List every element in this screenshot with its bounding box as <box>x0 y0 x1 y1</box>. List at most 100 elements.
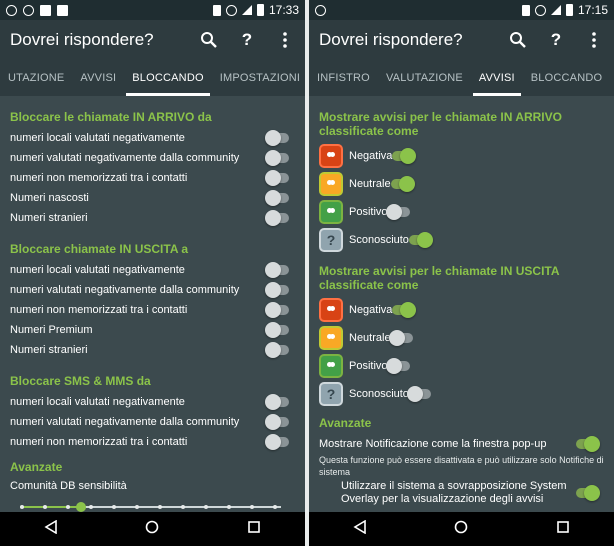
tab-avvisi[interactable]: AVVISI <box>72 60 124 96</box>
category-toggle[interactable] <box>392 302 417 318</box>
avatar-eye <box>330 208 335 213</box>
alert-category-row[interactable]: Negativa <box>319 296 604 324</box>
block-option-row-toggle[interactable] <box>265 170 289 186</box>
slider-step <box>112 505 116 509</box>
alert-category-row[interactable]: Neutrale <box>319 170 604 198</box>
block-option-row-toggle[interactable] <box>265 302 289 318</box>
block-option-row[interactable]: numeri non memorizzati tra i contatti <box>10 168 295 188</box>
overlay-label: Utilizzare il sistema a sovrapposizione … <box>341 480 567 505</box>
block-option-row[interactable]: numeri valutati negativamente dalla comm… <box>10 412 295 432</box>
whatsapp-icon <box>23 4 34 16</box>
community-slider[interactable] <box>10 498 295 512</box>
tab-impostazioni[interactable]: IMPOSTAZIONI <box>212 60 305 96</box>
more-vert-icon[interactable] <box>584 30 604 50</box>
tab-infistro[interactable]: INFISTRO <box>309 60 378 96</box>
block-option-row[interactable]: numeri locali valutati negativamente <box>10 128 295 148</box>
block-option-row[interactable]: Numeri stranieri <box>10 208 295 228</box>
block-option-row-label: Numeri stranieri <box>10 212 88 224</box>
block-option-row[interactable]: Numeri stranieri <box>10 340 295 360</box>
notification-icon <box>6 4 17 16</box>
block-option-row-label: Numeri Premium <box>10 324 93 336</box>
tab-imposta[interactable]: IMPOSTA <box>610 60 614 96</box>
block-option-row[interactable]: numeri valutati negativamente dalla comm… <box>10 148 295 168</box>
tab-valutazione[interactable]: VALUTAZIONE <box>378 60 471 96</box>
block-option-row-toggle[interactable] <box>265 210 289 226</box>
slider-step <box>20 505 24 509</box>
block-option-row-toggle[interactable] <box>265 394 289 410</box>
block-option-row-toggle[interactable] <box>265 282 289 298</box>
block-option-row-toggle[interactable] <box>265 322 289 338</box>
category-toggle[interactable] <box>406 386 431 402</box>
block-option-row[interactable]: Numeri nascosti <box>10 188 295 208</box>
tab-utazione[interactable]: UTAZIONE <box>0 60 72 96</box>
slider-step <box>273 505 277 509</box>
back-icon[interactable] <box>353 519 367 539</box>
block-option-row[interactable]: numeri non memorizzati tra i contatti <box>10 300 295 320</box>
help-icon[interactable]: ? <box>237 30 257 50</box>
block-option-row-toggle[interactable] <box>265 130 289 146</box>
category-avatar-icon <box>319 354 343 378</box>
alert-category-row[interactable]: ? Sconosciuto <box>319 226 604 254</box>
slider-step <box>158 505 162 509</box>
category-toggle[interactable] <box>392 148 417 164</box>
help-icon[interactable]: ? <box>546 30 566 50</box>
slider-thumb[interactable] <box>76 502 86 512</box>
popup-hint: Questa funzione può essere disattivata e… <box>319 455 604 477</box>
category-label: Positivo <box>349 206 388 218</box>
block-option-row[interactable]: numeri non memorizzati tra i contatti <box>10 432 295 452</box>
slider-step <box>181 505 185 509</box>
block-option-row-toggle[interactable] <box>265 342 289 358</box>
tab-avvisi[interactable]: AVVISI <box>471 60 523 96</box>
alert-category-row[interactable]: Positivo <box>319 198 604 226</box>
overlay-toggle[interactable] <box>576 485 600 501</box>
battery-icon <box>256 4 264 16</box>
alert-category-row[interactable]: Negativa <box>319 142 604 170</box>
block-option-row-toggle[interactable] <box>265 150 289 166</box>
home-icon[interactable] <box>145 520 159 539</box>
vibrate-icon <box>521 4 530 16</box>
status-bar: 17:33 <box>0 0 305 20</box>
search-icon[interactable] <box>508 30 528 50</box>
block-option-row[interactable]: Numeri Premium <box>10 320 295 340</box>
back-icon[interactable] <box>44 519 58 539</box>
popup-toggle[interactable] <box>576 436 600 452</box>
alarm-icon <box>534 4 546 16</box>
overlay-option-row[interactable]: Utilizzare il sistema a sovrapposizione … <box>319 478 604 508</box>
search-icon[interactable] <box>199 30 219 50</box>
category-toggle[interactable] <box>390 176 415 192</box>
category-toggle[interactable] <box>385 358 410 374</box>
unknown-avatar-icon: ? <box>319 382 343 406</box>
recent-apps-icon[interactable] <box>556 520 570 539</box>
alert-category-row[interactable]: Neutrale <box>319 324 604 352</box>
recent-apps-icon[interactable] <box>247 520 261 539</box>
status-time: 17:15 <box>577 3 608 17</box>
popup-option-row[interactable]: Mostrare Notificazione come la finestra … <box>319 434 604 454</box>
block-option-row-toggle[interactable] <box>265 414 289 430</box>
home-icon[interactable] <box>454 520 468 539</box>
section-title: Bloccare SMS & MMS da <box>10 374 151 388</box>
category-toggle[interactable] <box>388 330 413 346</box>
block-option-row-toggle[interactable] <box>265 262 289 278</box>
nav-bar <box>309 512 614 546</box>
tab-bloccando[interactable]: BLOCCANDO <box>124 60 211 96</box>
block-option-row[interactable]: numeri locali valutati negativamente <box>10 392 295 412</box>
block-option-row-toggle[interactable] <box>265 434 289 450</box>
category-toggle[interactable] <box>408 232 433 248</box>
alert-category-row[interactable]: ? Sconosciuto <box>319 380 604 408</box>
category-avatar-icon <box>319 200 343 224</box>
block-option-row-label: numeri non memorizzati tra i contatti <box>10 172 188 184</box>
category-label: Sconosciuto <box>349 388 409 400</box>
app-bar: Dovrei rispondere? ? <box>0 20 305 60</box>
alert-category-row[interactable]: Positivo <box>319 352 604 380</box>
right-screen: 17:15 Dovrei rispondere? ? INFISTRO VALUT… <box>309 0 614 546</box>
category-toggle[interactable] <box>385 204 410 220</box>
block-option-row-label: numeri valutati negativamente dalla comm… <box>10 416 240 428</box>
avatar-eye <box>330 334 335 339</box>
alarm-icon <box>225 4 237 16</box>
block-option-row[interactable]: numeri valutati negativamente dalla comm… <box>10 280 295 300</box>
nav-bar <box>0 512 305 546</box>
block-option-row-toggle[interactable] <box>265 190 289 206</box>
more-vert-icon[interactable] <box>275 30 295 50</box>
tab-bloccando[interactable]: BLOCCANDO <box>523 60 610 96</box>
block-option-row[interactable]: numeri locali valutati negativamente <box>10 260 295 280</box>
